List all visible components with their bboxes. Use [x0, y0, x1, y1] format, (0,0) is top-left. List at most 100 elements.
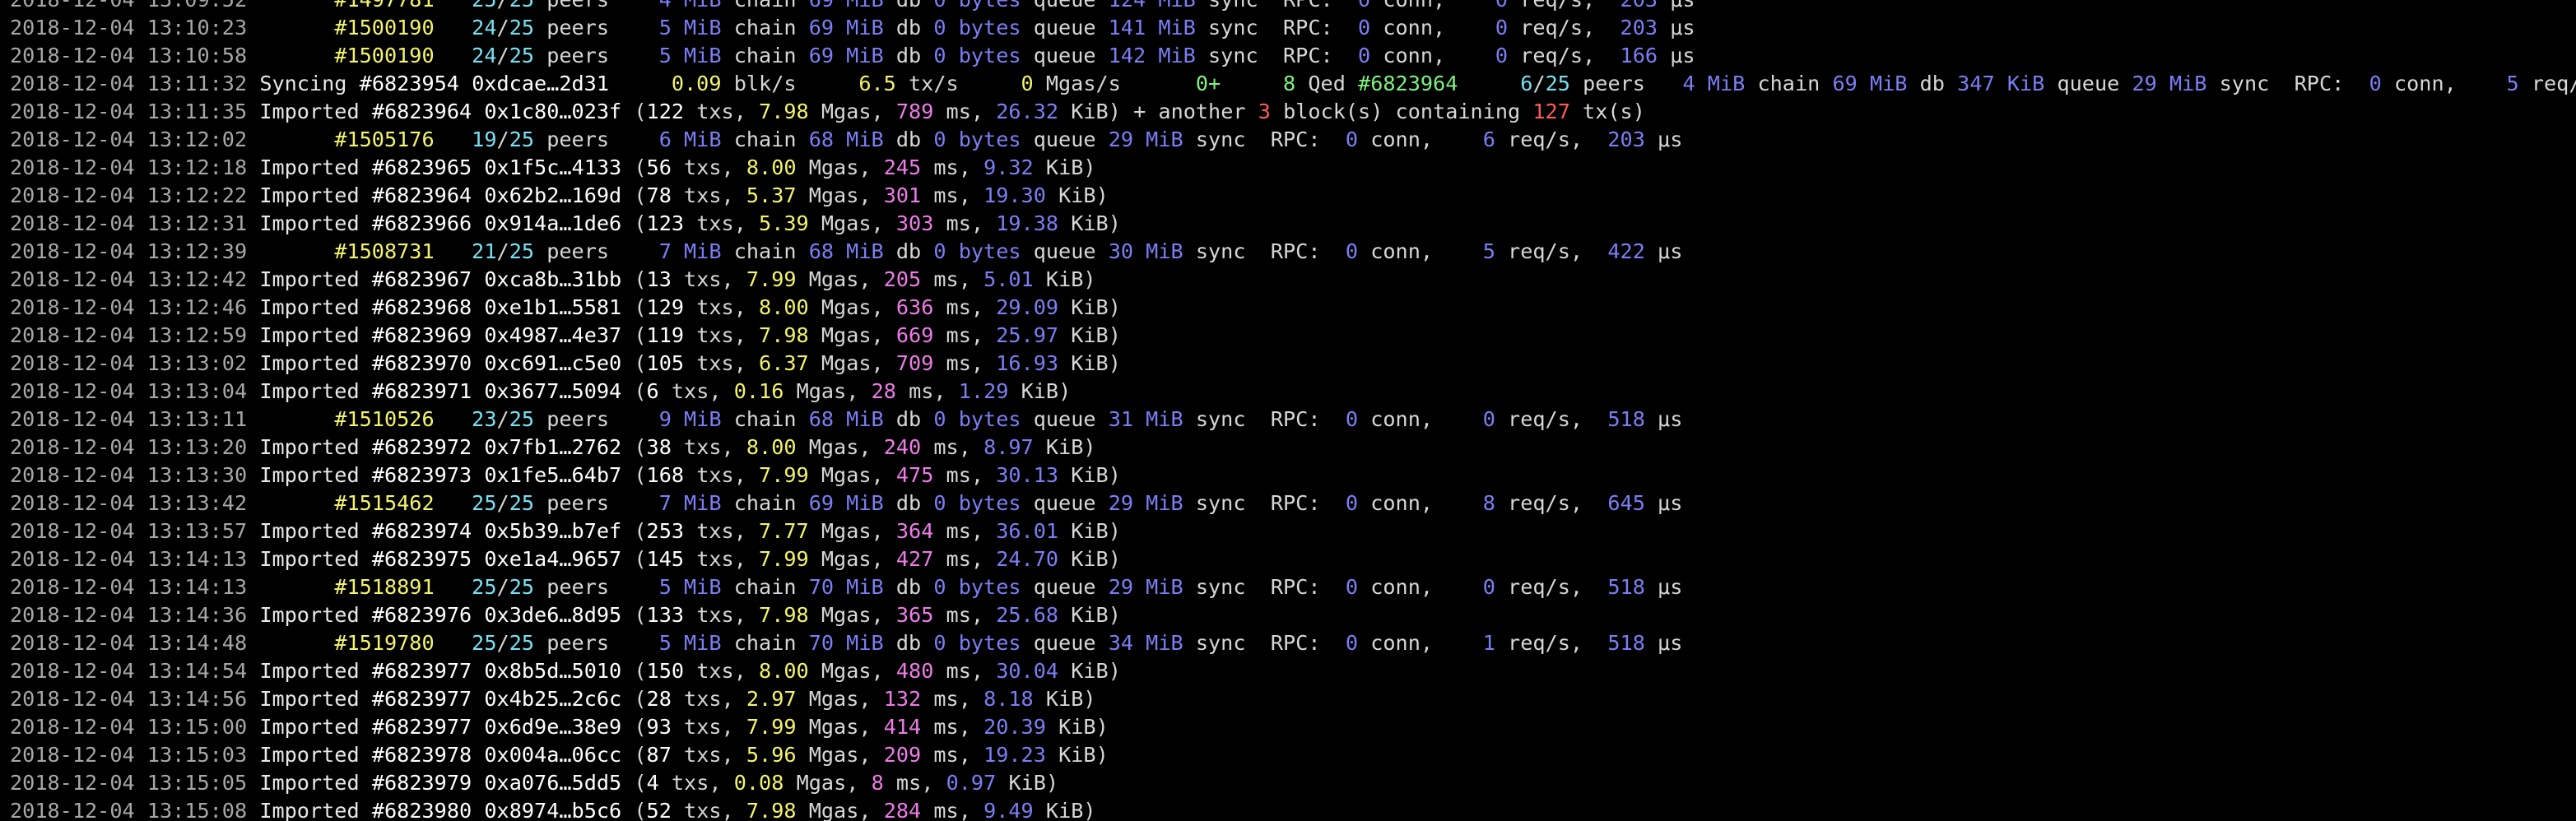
- block-hash: 0x3677…5094: [484, 378, 622, 403]
- log-output: 2018-12-04 13:09:52 #1497781 25/25 peers…: [10, 0, 2576, 821]
- block-size: 24.70: [996, 546, 1059, 571]
- chain-size: 5 MiB: [658, 630, 722, 655]
- peers-current: 25: [472, 630, 497, 655]
- block-number: #6823972: [371, 434, 472, 459]
- import-time: 205: [883, 267, 922, 291]
- gas-used: 7.99: [759, 546, 809, 571]
- log-timestamp: 2018-12-04 13:13:04: [10, 378, 248, 403]
- import-time: 284: [883, 798, 922, 821]
- tx-count: 6: [646, 378, 659, 403]
- db-size: 68 MiB: [808, 239, 884, 263]
- tx-count: 150: [646, 658, 685, 683]
- peers-max: 25: [509, 0, 534, 12]
- chain-size: 5 MiB: [658, 43, 722, 67]
- log-line: 2018-12-04 13:15:03 Imported #6823978 0x…: [10, 742, 1109, 767]
- block-size: 30.13: [996, 462, 1059, 487]
- sync-size: 29 MiB: [2132, 71, 2207, 95]
- block-hash: 0x004a…06cc: [484, 742, 622, 767]
- block-number: #1510526: [334, 406, 435, 431]
- log-timestamp: 2018-12-04 13:12:31: [10, 211, 248, 235]
- peers-max: 25: [509, 406, 535, 431]
- log-line: 2018-12-04 13:12:02 #1505176 19/25 peers…: [10, 127, 1683, 151]
- rpc-latency: 203: [1607, 127, 1645, 151]
- rpc-conn: 0: [1345, 239, 1359, 263]
- chain-size: 4 MiB: [659, 0, 722, 12]
- sync-size: 31 MiB: [1108, 406, 1183, 431]
- gas-used: 5.96: [746, 742, 797, 767]
- import-time: 789: [895, 99, 934, 123]
- log-event-label: Imported: [259, 658, 360, 683]
- import-time: 240: [883, 434, 922, 459]
- log-line: 2018-12-04 13:12:46 Imported #6823968 0x…: [10, 295, 1121, 319]
- tx-count: 87: [646, 742, 672, 767]
- log-line: 2018-12-04 13:14:13 #1518891 25/25 peers…: [10, 574, 1683, 599]
- gas-used: 7.98: [746, 798, 797, 821]
- gas-used: 0.16: [733, 378, 784, 403]
- block-size: 19.30: [983, 183, 1046, 207]
- peers-current: 19: [472, 127, 497, 151]
- block-number: #1500190: [334, 43, 435, 67]
- log-timestamp: 2018-12-04 13:14:56: [10, 686, 248, 711]
- log-line: 2018-12-04 13:14:13 Imported #6823975 0x…: [10, 546, 1121, 571]
- peers-max: 25: [509, 127, 535, 151]
- log-line: 2018-12-04 13:15:00 Imported #6823977 0x…: [10, 714, 1109, 739]
- block-number: #1515462: [334, 490, 435, 515]
- db-size: 69 MiB: [808, 15, 884, 39]
- rpc-conn: 0: [1345, 490, 1359, 515]
- rpc-conn: 0: [1358, 15, 1371, 39]
- import-time: 636: [895, 295, 934, 319]
- sync-size: 30 MiB: [1108, 239, 1183, 263]
- block-size: 20.39: [983, 714, 1046, 739]
- tx-count: 122: [646, 99, 685, 123]
- block-number: #1518891: [334, 574, 435, 599]
- log-line: 2018-12-04 13:14:48 #1519780 25/25 peers…: [10, 630, 1683, 655]
- queue-size: 0 bytes: [933, 239, 1021, 263]
- queue-size: 0 bytes: [933, 490, 1021, 515]
- block-size: 36.01: [996, 518, 1059, 543]
- block-number: #1505176: [334, 127, 435, 151]
- gas-used: 7.99: [759, 462, 809, 487]
- log-line: 2018-12-04 13:09:52 #1497781 25/25 peers…: [10, 0, 2576, 13]
- rpc-latency: 645: [1607, 490, 1645, 515]
- log-event-label: Imported: [259, 267, 360, 291]
- tx-count: 78: [646, 183, 672, 207]
- block-number: #6823977: [371, 658, 472, 683]
- chain-size: 5 MiB: [658, 574, 722, 599]
- gas-used: 2.97: [746, 686, 797, 711]
- chain-size: 9 MiB: [658, 406, 722, 431]
- block-number: #6823954: [359, 71, 459, 95]
- rpc-reqs: 0: [1495, 15, 1509, 39]
- block-hash: 0x62b2…169d: [484, 183, 622, 207]
- gas-used: 0.08: [733, 770, 784, 795]
- peers-current: 25: [472, 0, 496, 12]
- tx-count: 119: [646, 322, 685, 347]
- block-hash: 0xe1a4…9657: [484, 546, 622, 571]
- peers-max: 25: [509, 15, 535, 39]
- log-event-label: Imported: [259, 546, 360, 571]
- log-event-label: Imported: [259, 295, 360, 319]
- log-timestamp: 2018-12-04 13:13:30: [10, 462, 248, 487]
- terminal-window[interactable]: 2018-12-04 13:09:52 #1497781 25/25 peers…: [0, 0, 2576, 821]
- log-line: 2018-12-04 13:13:02 Imported #6823970 0x…: [10, 350, 1121, 375]
- block-size: 19.23: [983, 742, 1046, 767]
- import-time: 132: [883, 686, 922, 711]
- peers-max: 25: [509, 239, 535, 263]
- sync-size: 34 MiB: [1108, 630, 1183, 655]
- import-time: 8: [871, 770, 884, 795]
- block-hash: 0x1fe5…64b7: [484, 462, 622, 487]
- block-size: 5.01: [983, 267, 1034, 291]
- chain-size: 7 MiB: [658, 239, 722, 263]
- block-hash: 0x914a…1de6: [484, 211, 622, 235]
- block-hash: 0x5b39…b7ef: [484, 518, 622, 543]
- db-size: 69 MiB: [809, 0, 884, 12]
- peers-current: 23: [472, 406, 497, 431]
- queue-size: 0 bytes: [933, 15, 1021, 39]
- db-size: 69 MiB: [808, 490, 884, 515]
- log-timestamp: 2018-12-04 13:13:02: [10, 350, 248, 375]
- gas-used: 8.00: [759, 295, 809, 319]
- gas-used: 8.00: [746, 434, 797, 459]
- import-time: 209: [883, 742, 922, 767]
- block-hash: 0x4b25…2c6c: [484, 686, 622, 711]
- block-size: 8.97: [983, 434, 1034, 459]
- block-hash: 0x1f5c…4133: [484, 155, 622, 179]
